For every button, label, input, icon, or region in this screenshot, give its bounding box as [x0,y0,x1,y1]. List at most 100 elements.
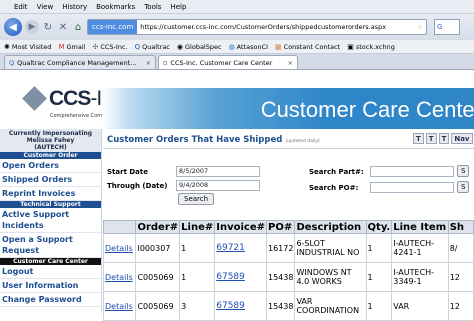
bookmark-stock-xchng[interactable]: ▣ stock.xchng [347,43,395,51]
column-header[interactable]: Description [294,220,367,234]
nav-button[interactable]: Nav [451,133,473,144]
text-medium-button[interactable]: T [425,133,437,144]
close-icon[interactable]: × [288,59,293,67]
browser-menubar: Edit View History Bookmarks Tools Help [0,0,474,14]
part-search-input[interactable] [370,166,454,177]
back-arrow-icon[interactable]: ◀ [4,18,22,36]
stop-icon[interactable]: ✕ [57,22,69,33]
line-item: I-AUTECH-4241-1 [391,233,449,263]
line-item: I-AUTECH-3349-1 [391,262,449,292]
forward-arrow-icon[interactable]: ▶ [25,20,39,34]
address-bar[interactable]: ccs-inc.com https://customer.ccs-inc.com… [87,19,427,35]
sidebar-item-change-password[interactable]: Change Password [0,293,101,307]
invoice-link[interactable]: 67589 [214,291,267,321]
sidebar-item-active-support[interactable]: Active Support Incidents [0,208,101,233]
bookmark-attasonci[interactable]: ◍ AttasonCI [229,43,268,51]
part-search-button[interactable]: S [457,165,470,177]
bookmark-star-icon[interactable]: ☆ [417,23,426,31]
bookmarks-toolbar: ✺ Most Visited M Gmail ✣ CCS-Inc. Q Qualtrac… [0,40,474,54]
description: VAR COORDINATION [294,291,367,321]
through-date-field[interactable]: 9/4/2008 [176,180,260,191]
sidebar-item-open-orders[interactable]: Open Orders [0,159,101,173]
column-header[interactable]: Line# [179,220,216,234]
section-customer-order: Customer Order [0,152,101,159]
column-header[interactable]: Line Item [391,220,449,234]
bookmark-most-visited[interactable]: ✺ Most Visited [4,43,51,51]
home-icon[interactable]: ⌂ [72,22,84,33]
start-date-field[interactable]: 8/5/2007 [176,166,260,177]
search-engine-box[interactable]: G [434,19,460,35]
menu-bookmarks[interactable]: Bookmarks [96,3,135,11]
text-large-button[interactable]: T [413,133,424,144]
bookmark-globalspec[interactable]: ◉ GlobalSpec [177,43,222,51]
ship-date: 12 [447,291,474,321]
details-link[interactable]: Details [102,233,137,263]
column-header[interactable]: Sh [447,220,474,234]
quantity: 1 [365,262,393,292]
sidebar-item-shipped-orders[interactable]: Shipped Orders [0,173,101,187]
browser-navbar: ◀ ▶ ↻ ✕ ⌂ ccs-inc.com https://customer.c… [0,14,474,40]
bookmark-constant-contact[interactable]: ▦ Constant Contact [275,43,340,51]
bookmark-gmail[interactable]: M Gmail [58,43,85,51]
menu-help[interactable]: Help [170,3,186,11]
page-icon: ▫ [163,58,168,67]
sidebar-item-logout[interactable]: Logout [0,265,101,279]
close-icon[interactable]: × [146,59,151,67]
gear-icon: ✺ [4,42,10,51]
order-number: C005069 [135,291,181,321]
order-number: I000307 [135,233,181,263]
column-header[interactable]: Invoice# [214,220,267,234]
details-link[interactable]: Details [102,262,137,292]
tab-qualtrac[interactable]: Q Qualtrac Compliance Management... × [4,55,156,69]
site-identity-badge[interactable]: ccs-inc.com [88,20,138,34]
search-button[interactable]: Search [178,193,215,205]
text-size-tools: T T T Nav [413,133,473,144]
attasonci-icon: ◍ [228,42,235,51]
quantity: 1 [365,291,393,321]
globalspec-icon: ◉ [176,42,183,51]
title-note: (updated daily) [285,139,320,144]
table-row: Details C005069 1 67589 15438 WINDOWS NT… [102,262,474,292]
reload-icon[interactable]: ↻ [42,22,54,33]
text-small-button[interactable]: T [438,133,450,144]
details-link[interactable]: Details [102,291,137,321]
start-date-label: Start Date [107,168,148,176]
ccs-logo-icon: ✣ [92,42,99,51]
column-header[interactable]: PO# [265,220,296,234]
po-search-input[interactable] [370,182,454,193]
po-number: 15438 [265,291,296,321]
main-content: Customer Orders That Have Shipped (update… [102,129,474,321]
menu-history[interactable]: History [62,3,87,11]
ship-date: 12 [447,262,474,292]
bookmark-ccs[interactable]: ✣ CCS-Inc. [92,43,127,51]
browser-tabstrip: Q Qualtrac Compliance Management... × ▫ … [0,54,474,70]
mail-icon: M [58,42,65,51]
po-search-button[interactable]: S [457,181,470,193]
column-header[interactable]: Qty. [365,220,393,234]
page-title: Customer Orders That Have Shipped (update… [107,135,320,145]
stock-xchng-icon: ▣ [347,42,354,51]
section-technical-support: Technical Support [0,201,101,208]
po-search-label: Search PO#: [309,184,359,192]
sidebar-item-user-information[interactable]: User Information [0,279,101,293]
quantity: 1 [365,233,393,263]
bookmark-qualtrac[interactable]: Q Qualtrac [135,43,170,51]
table-row: Details I000307 1 69721 16172 6-SLOT IND… [102,233,474,263]
sidebar-item-reprint-invoices[interactable]: Reprint Invoices [0,187,101,201]
invoice-link[interactable]: 69721 [214,233,267,263]
ship-date: 8/ [447,233,474,263]
part-search-label: Search Part#: [309,168,364,176]
invoice-link[interactable]: 67589 [214,262,267,292]
menu-view[interactable]: View [37,3,54,11]
line-number: 3 [179,291,216,321]
menu-edit[interactable]: Edit [14,3,28,11]
header-banner: Customer Care Center [102,88,474,129]
tab-ccs-customer-care[interactable]: ▫ CCS-Inc. Customer Care Center × [158,55,298,69]
line-item: VAR [391,291,449,321]
menu-tools[interactable]: Tools [144,3,161,11]
qualtrac-icon: Q [9,58,15,67]
column-header[interactable]: Order# [135,220,181,234]
constant-contact-icon: ▦ [275,42,282,51]
banner-title: Customer Care Center [260,97,474,122]
sidebar-item-open-support[interactable]: Open a Support Request [0,233,101,258]
